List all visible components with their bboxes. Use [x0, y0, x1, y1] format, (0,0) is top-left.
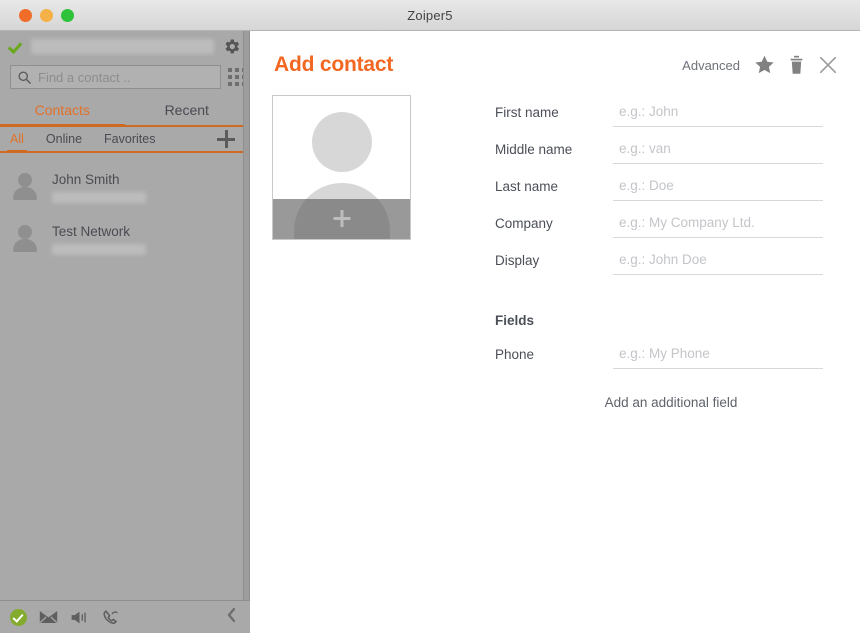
last-name-field[interactable] [613, 174, 823, 201]
add-contact-panel: Add contact Advanced [251, 31, 860, 633]
form-row-display: Display [495, 248, 823, 275]
field-label: Display [495, 248, 613, 268]
field-label: Phone [495, 342, 613, 362]
list-item[interactable]: Test Network [0, 213, 249, 265]
subtab-all[interactable]: All [10, 127, 24, 151]
search-box[interactable] [10, 65, 221, 89]
add-contact-button[interactable] [217, 130, 235, 148]
sidebar-statusbar [0, 600, 250, 633]
subtab-online[interactable]: Online [46, 127, 82, 151]
contact-subtitle-blurred [52, 244, 146, 255]
avatar-upload[interactable] [272, 95, 411, 240]
contact-list: John Smith Test Network [0, 153, 249, 265]
subtab-favorites[interactable]: Favorites [104, 127, 155, 151]
field-label: First name [495, 100, 613, 120]
panel-header: Add contact Advanced [251, 31, 860, 83]
advanced-link[interactable]: Advanced [682, 58, 740, 73]
close-icon[interactable] [818, 55, 838, 75]
zoiper-window: Zoiper5 [0, 0, 860, 633]
display-field[interactable] [613, 248, 823, 275]
status-online-icon[interactable] [10, 609, 27, 626]
trash-icon[interactable] [789, 55, 804, 75]
account-row[interactable] [0, 31, 249, 61]
gear-icon[interactable] [222, 37, 241, 56]
check-icon [9, 39, 24, 54]
chevron-left-icon[interactable] [225, 606, 238, 629]
tab-contacts[interactable]: Contacts [0, 95, 125, 125]
sidebar-tabs: Contacts Recent [0, 95, 249, 127]
page-title: Add contact [274, 53, 393, 77]
form-row-phone: Phone [495, 342, 823, 369]
mail-icon[interactable] [39, 610, 58, 624]
avatar [12, 172, 38, 202]
tab-recent[interactable]: Recent [125, 95, 250, 125]
phone-field[interactable] [613, 342, 823, 369]
field-label: Company [495, 211, 613, 231]
add-additional-field-button[interactable]: Add an additional field [495, 395, 823, 410]
company-field[interactable] [613, 211, 823, 238]
speaker-icon[interactable] [70, 610, 89, 625]
field-label: Last name [495, 174, 613, 194]
sidebar-subtabs: All Online Favorites [0, 127, 249, 153]
plus-icon[interactable] [333, 210, 350, 227]
panel-body: First name Middle name Last name Company… [251, 83, 860, 410]
contact-form: First name Middle name Last name Company… [495, 95, 823, 410]
missed-call-icon[interactable] [101, 608, 119, 626]
header-actions: Advanced [682, 55, 838, 75]
search-icon [17, 70, 32, 85]
avatar [12, 224, 38, 254]
middle-name-field[interactable] [613, 137, 823, 164]
form-row-last-name: Last name [495, 174, 823, 201]
contact-name: John Smith [52, 172, 146, 187]
account-name-blurred [31, 39, 214, 54]
search-row [0, 61, 249, 93]
window-titlebar: Zoiper5 [0, 0, 860, 31]
form-row-middle-name: Middle name [495, 137, 823, 164]
star-icon[interactable] [754, 55, 775, 75]
form-row-first-name: First name [495, 100, 823, 127]
person-placeholder-icon [312, 112, 372, 172]
contact-name: Test Network [52, 224, 146, 239]
contact-subtitle-blurred [52, 192, 146, 203]
form-row-company: Company [495, 211, 823, 238]
field-label: Middle name [495, 137, 613, 157]
fields-section-title: Fields [495, 313, 823, 328]
window-title: Zoiper5 [0, 8, 860, 23]
first-name-field[interactable] [613, 100, 823, 127]
list-item[interactable]: John Smith [0, 161, 249, 213]
search-input[interactable] [38, 70, 214, 85]
sidebar: Contacts Recent All Online Favorites Joh… [0, 31, 250, 633]
